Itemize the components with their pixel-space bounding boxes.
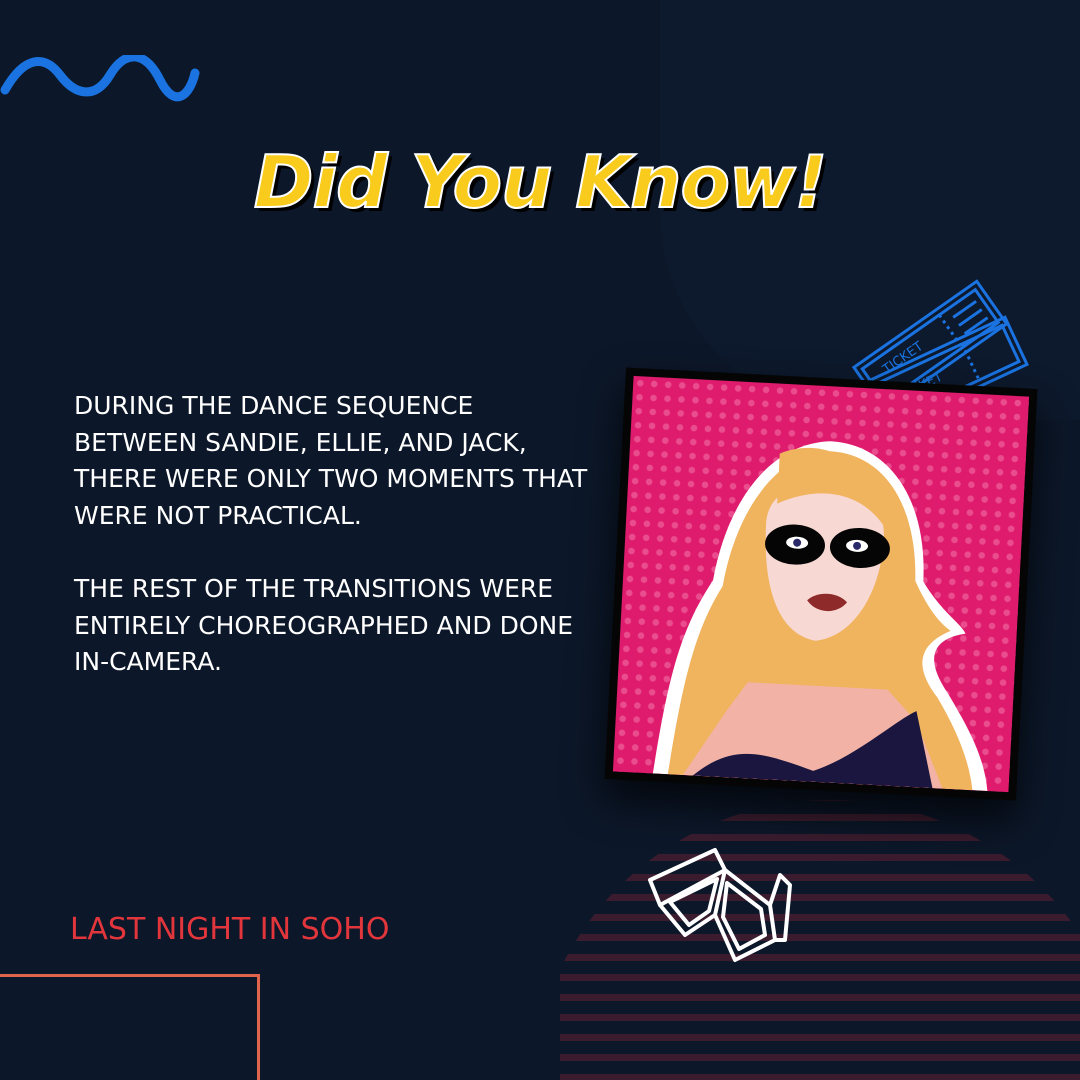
decorative-frame (0, 974, 260, 1080)
movie-title: LAST NIGHT IN SOHO (70, 912, 390, 947)
stripe (560, 1014, 1080, 1021)
striped-semicircle (560, 800, 1080, 1080)
fact-paragraph: The rest of the transitions were entirel… (74, 574, 574, 676)
portrait-frame (604, 367, 1038, 801)
stripe (560, 914, 1080, 921)
page-title: Did You Know! (253, 139, 829, 225)
wave-squiggle-icon (0, 55, 200, 102)
stripe (560, 834, 1080, 841)
stripe (560, 894, 1080, 901)
stripe (560, 854, 1080, 861)
stripe (560, 1074, 1080, 1080)
portrait-background (612, 375, 1030, 793)
stripe (560, 954, 1080, 961)
stripe (560, 1034, 1080, 1041)
stripe (560, 874, 1080, 881)
fact-paragraph: During the dance sequence between Sandie… (74, 391, 588, 530)
stripe (560, 1054, 1080, 1061)
stripe (560, 814, 1080, 821)
portrait-illustration (652, 441, 988, 791)
stripe (560, 974, 1080, 981)
stripe (560, 934, 1080, 941)
fact-text: During the dance sequence between Sandie… (74, 388, 594, 718)
3d-glasses-icon (648, 848, 792, 962)
stripe (560, 994, 1080, 1001)
